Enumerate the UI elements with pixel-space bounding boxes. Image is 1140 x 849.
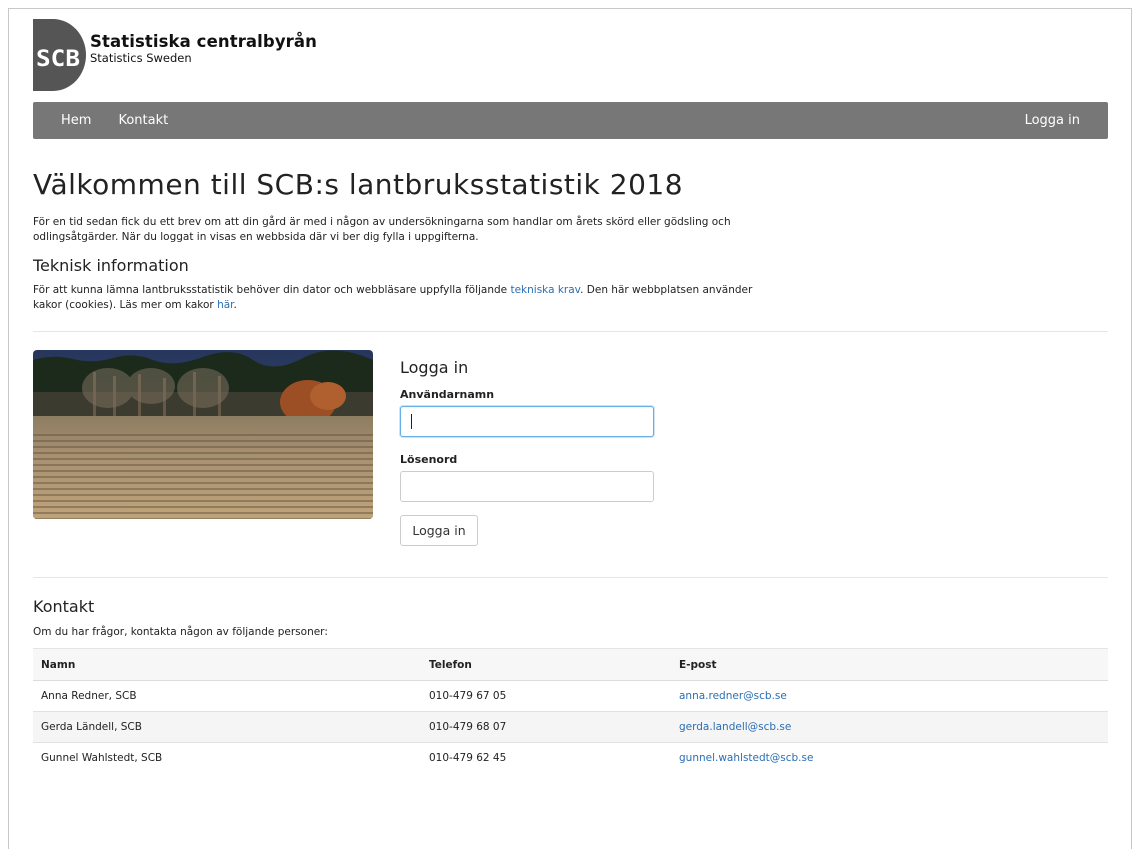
page-title: Välkommen till SCB:s lantbruksstatistik … — [33, 168, 684, 201]
nav-home-link[interactable]: Hem — [61, 113, 91, 128]
contact-name: Gunnel Wahlstedt, SCB — [41, 752, 163, 764]
site-logo[interactable]: SCB Statistiska centralbyrån Statistics … — [33, 19, 1108, 91]
contact-phone: 010-479 67 05 — [421, 680, 671, 712]
svg-text:SCB: SCB — [36, 47, 80, 72]
cookies-link[interactable]: här — [217, 299, 233, 311]
table-header-row: Namn Telefon E-post — [33, 648, 1108, 681]
nav-login-link[interactable]: Logga in — [1025, 113, 1080, 128]
login-heading: Logga in — [400, 358, 469, 377]
username-input[interactable] — [400, 406, 654, 437]
contact-heading: Kontakt — [33, 597, 95, 616]
contact-name: Gerda Ländell, SCB — [33, 711, 421, 743]
scb-logo-icon: SCB — [33, 19, 86, 91]
contact-email-link[interactable]: gunnel.wahlstedt@scb.se — [679, 752, 813, 764]
contact-intro: Om du har frågor, kontakta någon av följ… — [33, 626, 328, 638]
password-label: Lösenord — [400, 453, 458, 466]
contact-email-link[interactable]: anna.redner@scb.se — [679, 690, 787, 702]
tech-info-heading: Teknisk information — [33, 256, 189, 275]
column-header-email: E-post — [671, 648, 1108, 681]
brand-subtitle: Statistics Sweden — [90, 50, 192, 65]
password-input[interactable] — [400, 471, 654, 502]
table-row: Anna Redner, SCB 010-479 67 05 anna.redn… — [33, 680, 1108, 712]
contact-email-link[interactable]: gerda.landell@scb.se — [679, 721, 791, 733]
main-navbar: Hem Kontakt Logga in — [33, 102, 1108, 139]
contact-phone: 010-479 62 45 — [429, 752, 507, 764]
text-cursor — [411, 414, 412, 429]
technical-requirements-link[interactable]: tekniska krav — [510, 284, 580, 296]
tech-text-part: . — [233, 299, 237, 311]
column-header-name: Namn — [33, 648, 421, 681]
brand-name: Statistiska centralbyrån — [90, 31, 318, 51]
table-row: Gunnel Wahlstedt, SCB 010-479 62 45 gunn… — [33, 743, 1108, 774]
username-label: Användarnamn — [400, 388, 495, 401]
intro-text: För en tid sedan fick du ett brev om att… — [33, 216, 731, 243]
table-row: Gerda Ländell, SCB 010-479 68 07 gerda.l… — [33, 711, 1108, 743]
contact-phone: 010-479 68 07 — [421, 711, 671, 743]
tech-info-text: För att kunna lämna lantbruksstatistik b… — [33, 283, 753, 313]
column-header-phone: Telefon — [421, 648, 671, 681]
contacts-table: Namn Telefon E-post Anna Redner, SCB 010… — [33, 648, 1108, 773]
section-divider — [33, 577, 1108, 578]
login-button[interactable]: Logga in — [400, 515, 478, 546]
nav-contact-link[interactable]: Kontakt — [118, 113, 168, 128]
tech-text-part: För att kunna lämna lantbruksstatistik b… — [33, 284, 511, 296]
section-divider — [33, 331, 1108, 332]
contact-name: Anna Redner, SCB — [33, 680, 421, 712]
farm-field-photo — [33, 350, 373, 519]
